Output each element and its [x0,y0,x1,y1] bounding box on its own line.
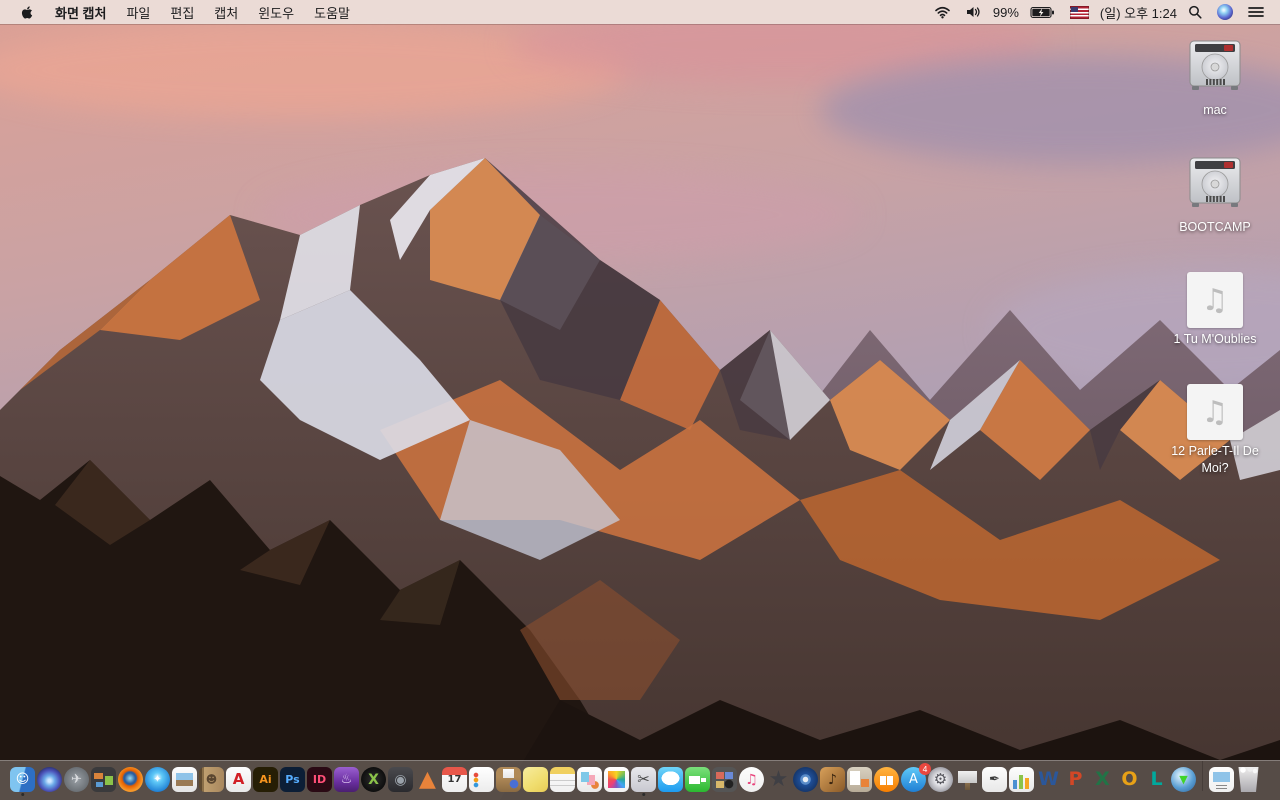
dock-illustrator-icon[interactable]: Ai [253,767,278,796]
dock-ibooks-icon[interactable] [874,767,899,796]
desktop-wallpaper [0,0,1280,800]
battery-charging-icon[interactable] [1026,6,1059,19]
dock-keynote-icon[interactable] [955,767,980,796]
dock-calendar-icon[interactable]: 17 [442,767,467,796]
audio-file-icon: ♫ [1187,384,1243,440]
dock-firefox-icon[interactable] [118,767,143,796]
desktop-icon-tu-moublies[interactable]: ♫ 1 Tu M'Oublies [1173,272,1257,348]
desktop-icon-bootcamp[interactable]: BOOTCAMP [1179,155,1251,236]
dock: ☺ ✈ ✦ ☻ A Ai Ps ID ♨ X ◉ ▲ 17 ✂ ♫ ★ ♪ A 4 ⚙ ✒ W P X O L ▼ [0,760,1280,800]
siri-icon[interactable] [1213,4,1237,20]
dock-separator [1202,761,1203,791]
running-indicator [641,792,646,796]
notification-center-icon[interactable] [1244,6,1268,18]
dock-vlc-icon[interactable]: ▲ [415,767,440,796]
dock-notes-icon[interactable] [550,767,575,796]
dock-ms-lync-icon[interactable]: L [1144,767,1169,796]
menu-bar: 화면 캡처 파일 편집 캡처 윈도우 도움말 99% (일) 오후 1:24 [0,0,1280,24]
dock-trash-icon[interactable] [1236,767,1261,796]
dock-safari-icon[interactable]: ✦ [145,767,170,796]
dock-numbers-icon[interactable] [1009,767,1034,796]
menu-left: 화면 캡처 파일 편집 캡처 윈도우 도움말 [12,3,360,22]
dock-facetime-icon[interactable] [685,767,710,796]
dock-reminders-icon[interactable] [469,767,494,796]
apple-menu[interactable] [12,5,41,20]
dock-ms-excel-icon[interactable]: X [1090,767,1115,796]
running-indicator [20,792,25,796]
dock-mission-control-icon[interactable] [91,767,116,796]
desktop-icon-label: mac [1203,103,1227,117]
dock-imovie-icon[interactable]: ★ [766,767,791,796]
hard-drive-icon [1187,155,1243,216]
volume-icon[interactable] [962,6,986,18]
dock-grab-screen-capture-icon[interactable]: ✂ [631,767,656,796]
dock-acrobat-reader-icon[interactable]: A [226,767,251,796]
dock-photoshop-icon[interactable]: Ps [280,767,305,796]
menu-item-app-name[interactable]: 화면 캡처 [45,6,116,21]
desktop-icon-label: BOOTCAMP [1179,220,1251,234]
desktop-icon-mac[interactable]: mac [1187,38,1243,119]
dock-dvd-player-icon[interactable] [793,767,818,796]
dock-stickies-icon[interactable] [523,767,548,796]
apple-logo-icon [21,5,33,19]
hard-drive-icon [1187,38,1243,99]
dock-system-preferences-icon[interactable]: ⚙ [928,767,953,796]
desktop-icon-label: 1 Tu M'Oublies [1173,332,1257,346]
battery-percent: 99% [992,4,1019,20]
dock-unarchiver-icon[interactable] [496,767,521,796]
dock-toast-icon[interactable]: ♨ [334,767,359,796]
dock-indesign-icon[interactable]: ID [307,767,332,796]
dock-photo-booth-icon[interactable] [712,767,737,796]
menu-item-window[interactable]: 윈도우 [248,6,304,21]
dock-disc-media-app-icon[interactable]: ◉ [388,767,413,796]
desktop-icon-parle-t-il-de-moi[interactable]: ♫ 12 Parle-T-Il De Moi? [1156,384,1274,477]
desktop-icon-column: mac BOOTCAMP ♫ 1 Tu M'Oublies ♫ 12 Parle-T-I… [1154,38,1276,513]
wifi-icon[interactable] [930,6,955,19]
dock-publishing-app-icon[interactable] [847,767,872,796]
audio-file-icon: ♫ [1186,272,1243,328]
dock-ms-outlook-icon[interactable]: O [1117,767,1142,796]
menu-item-edit[interactable]: 편집 [160,6,204,21]
dock-image-file-icon[interactable] [1209,767,1234,796]
dock-ms-powerpoint-icon[interactable]: P [1063,767,1088,796]
dock-ms-word-icon[interactable]: W [1036,767,1061,796]
menu-clock[interactable]: (일) 오후 1:24 [1100,3,1177,22]
dock-documents-app-icon[interactable] [577,767,602,796]
menu-item-capture[interactable]: 캡처 [204,6,248,21]
dock-siri-icon[interactable] [37,767,62,796]
menu-item-help[interactable]: 도움말 [304,6,360,21]
dock-contacts-icon[interactable]: ☻ [199,767,224,796]
dock-garageband-icon[interactable]: ♪ [820,767,845,796]
menu-right: 99% (일) 오후 1:24 [930,3,1268,22]
spotlight-icon[interactable] [1184,5,1206,19]
dock-pages-icon[interactable]: ✒ [982,767,1007,796]
dock-itunes-icon[interactable]: ♫ [739,767,764,796]
dock-launchpad-icon[interactable]: ✈ [64,767,89,796]
dock-finder-icon[interactable]: ☺ [10,767,35,796]
dock-photos-icon[interactable] [604,767,629,796]
dock-x-media-app-icon[interactable]: X [361,767,386,796]
dock-downloader-icon[interactable]: ▼ [1171,767,1196,796]
dock-preview-icon[interactable] [172,767,197,796]
dock-messages-icon[interactable] [658,767,683,796]
dock-app-store-icon[interactable]: A4 [901,763,931,796]
menu-item-file[interactable]: 파일 [116,6,160,21]
input-source-flag-icon[interactable] [1066,5,1093,19]
desktop-icon-label: 12 Parle-T-Il De Moi? [1171,444,1259,475]
